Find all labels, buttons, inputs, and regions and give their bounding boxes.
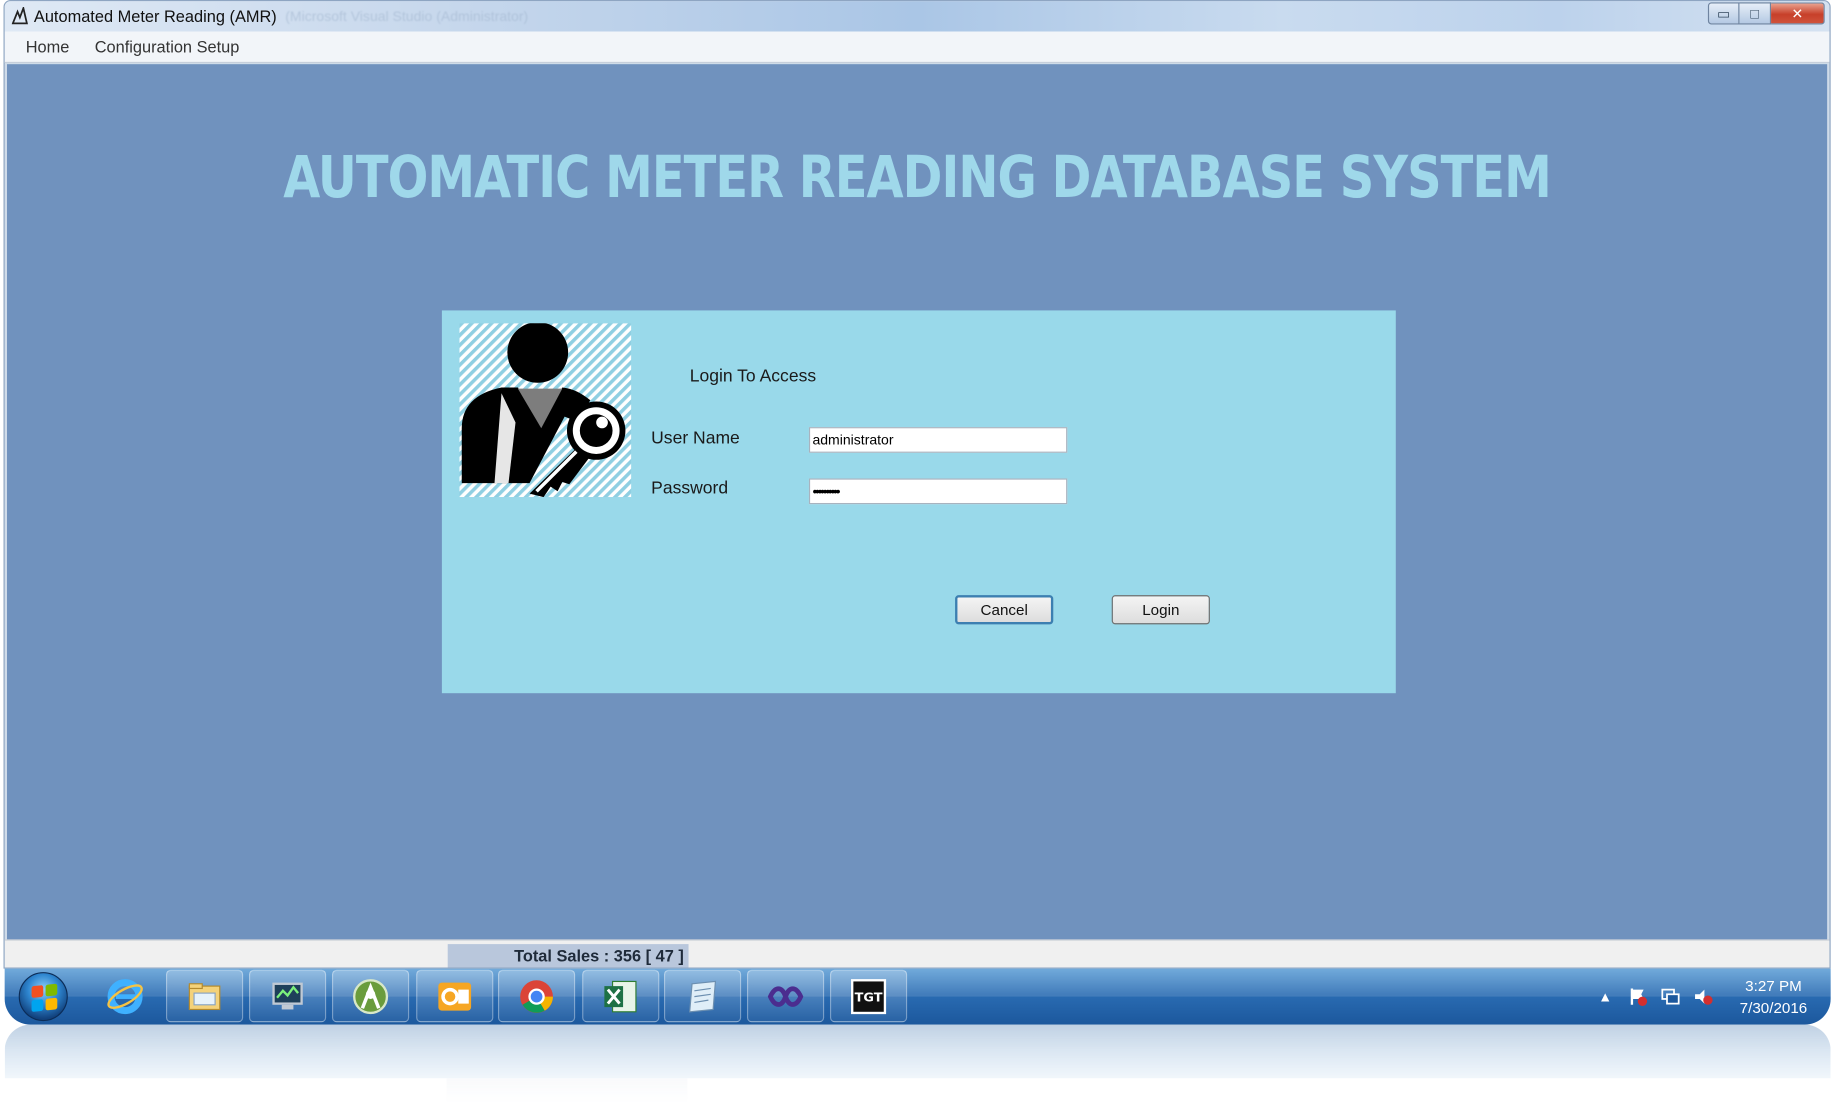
system-tray: ▲ 3:27 PM 7/30/2016: [1595, 969, 1808, 1025]
taskbar-internet-explorer[interactable]: [87, 970, 164, 1023]
maximize-icon: □: [1750, 5, 1759, 22]
status-bar: Total Sales : 356 [ 47 ]: [4, 939, 1830, 968]
start-button[interactable]: [18, 972, 68, 1022]
taskbar-notepad[interactable]: [663, 969, 742, 1023]
windows-logo-icon: [31, 983, 58, 1012]
visual-studio-icon: [767, 985, 804, 1007]
main-area: AUTOMATIC METER READING DATABASE SYSTEM: [7, 64, 1828, 940]
taskbar: TGT ▲ 3:27 PM 7/30/2016: [4, 968, 1831, 1025]
username-label: User Name: [651, 428, 740, 449]
tgt-app-icon: TGT: [851, 978, 887, 1014]
internet-explorer-icon: [107, 978, 143, 1014]
clock-time: 3:27 PM: [1745, 976, 1802, 995]
password-label: Password: [651, 478, 729, 499]
action-center-flag-icon[interactable]: [1627, 986, 1648, 1007]
taskbar-tgt-app[interactable]: TGT: [829, 969, 908, 1023]
page-title: AUTOMATIC METER READING DATABASE SYSTEM: [283, 143, 1552, 212]
maximize-button[interactable]: □: [1739, 2, 1772, 25]
close-button[interactable]: ✕: [1771, 2, 1825, 25]
status-reflection: [446, 1078, 688, 1102]
clock-date: 7/30/2016: [1739, 998, 1808, 1017]
user-key-icon: [459, 323, 632, 498]
taskbar-outlook[interactable]: [416, 969, 494, 1023]
app-icon: [11, 7, 28, 25]
remote-desktop-icon: [272, 982, 303, 1009]
login-heading: Login To Access: [689, 366, 817, 387]
total-sales-status: Total Sales : 356 [ 47 ]: [447, 944, 689, 968]
menu-item-home[interactable]: Home: [26, 37, 70, 56]
cancel-button[interactable]: Cancel: [955, 595, 1054, 625]
file-explorer-icon: [188, 982, 221, 1010]
menu-bar: Home Configuration Setup: [4, 31, 1830, 64]
window-title: Automated Meter Reading (AMR): [33, 7, 277, 26]
taskbar-chrome[interactable]: [497, 969, 576, 1023]
menu-item-configuration-setup[interactable]: Configuration Setup: [95, 37, 240, 56]
taskbar-excel[interactable]: [582, 969, 660, 1023]
network-icon[interactable]: [1660, 986, 1681, 1007]
taskbar-reflection: [4, 1024, 1831, 1079]
username-input[interactable]: [808, 427, 1068, 453]
clock[interactable]: 3:27 PM 7/30/2016: [1740, 974, 1808, 1018]
minimize-icon: ▭: [1717, 5, 1731, 22]
excel-icon: [604, 980, 637, 1012]
close-icon: ✕: [1791, 5, 1804, 22]
taskbar-visual-studio[interactable]: [746, 969, 825, 1023]
password-input[interactable]: [808, 478, 1068, 505]
taskbar-file-explorer[interactable]: [165, 969, 244, 1023]
chrome-icon: [520, 979, 553, 1013]
android-studio-icon: [353, 978, 389, 1014]
login-panel: Login To Access User Name Password Cance…: [441, 310, 1396, 694]
show-hidden-icons-icon[interactable]: ▲: [1595, 986, 1616, 1007]
minimize-button[interactable]: ▭: [1707, 2, 1740, 25]
title-bar[interactable]: Automated Meter Reading (AMR) (Microsoft…: [4, 1, 1830, 32]
taskbar-android-studio[interactable]: [331, 969, 410, 1023]
login-button[interactable]: Login: [1111, 595, 1210, 625]
desktop-reflection: [4, 1024, 1831, 1104]
svg-text:TGT: TGT: [855, 990, 883, 1005]
background-window-title: (Microsoft Visual Studio (Administrator): [285, 8, 529, 25]
volume-muted-icon[interactable]: [1693, 986, 1714, 1007]
notepad-icon: [689, 980, 717, 1012]
taskbar-remote-desktop[interactable]: [248, 969, 327, 1023]
app-window: Automated Meter Reading (AMR) (Microsoft…: [3, 0, 1831, 969]
outlook-icon: [438, 982, 472, 1011]
